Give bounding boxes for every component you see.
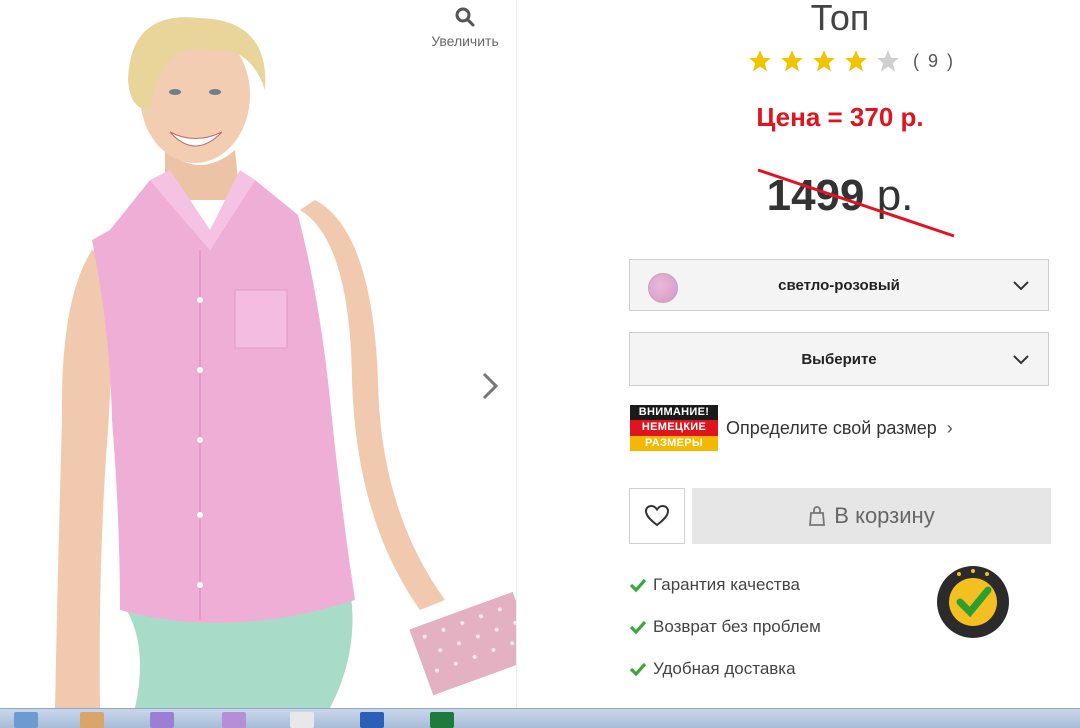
benefit-item: Возврат без проблем xyxy=(629,606,821,648)
badge-line-2: НЕМЕЦКИЕ xyxy=(630,420,718,436)
product-title: Топ xyxy=(810,0,870,38)
excel-icon[interactable] xyxy=(430,712,454,728)
benefit-label: Удобная доставка xyxy=(653,659,796,678)
check-icon xyxy=(629,620,647,635)
size-select[interactable]: Выберите xyxy=(629,332,1049,386)
word-icon[interactable] xyxy=(360,712,384,728)
size-select-value: Выберите xyxy=(801,351,877,368)
strike-through-line xyxy=(757,168,955,238)
chevron-down-icon xyxy=(1013,355,1029,365)
chevron-right-icon xyxy=(482,372,499,400)
search-icon xyxy=(455,7,475,27)
check-icon xyxy=(629,662,647,677)
heart-icon xyxy=(644,504,670,527)
benefits-list: Гарантия качества Возврат без проблем Уд… xyxy=(629,564,821,690)
taskbar-app-icon[interactable] xyxy=(222,712,246,728)
next-image-button[interactable] xyxy=(476,368,504,404)
check-icon xyxy=(629,578,647,593)
star-icon xyxy=(813,50,835,72)
os-taskbar xyxy=(0,708,1080,728)
benefit-label: Гарантия качества xyxy=(653,575,800,594)
german-sizes-badge: ВНИМАНИЕ! НЕМЕЦКИЕ РАЗМЕРЫ xyxy=(630,405,718,451)
size-guide-link[interactable]: ВНИМАНИЕ! НЕМЕЦКИЕ РАЗМЕРЫ Определите св… xyxy=(630,405,953,451)
add-to-cart-button[interactable]: В корзину xyxy=(692,488,1051,544)
star-icon xyxy=(845,50,867,72)
shopping-bag-icon xyxy=(809,506,826,526)
benefit-label: Возврат без проблем xyxy=(653,617,821,636)
chevron-down-icon xyxy=(1013,281,1029,291)
chevron-right-icon: › xyxy=(946,417,953,438)
zoom-button[interactable]: Увеличить xyxy=(420,6,510,49)
add-to-cart-label: В корзину xyxy=(834,503,935,528)
taskbar-app-icon[interactable] xyxy=(290,712,314,728)
rating-count[interactable]: ( 9 ) xyxy=(913,51,955,72)
star-icon xyxy=(781,50,803,72)
zoom-label: Увеличить xyxy=(431,33,499,49)
promo-price: Цена = 370 р. xyxy=(756,102,924,132)
wishlist-button[interactable] xyxy=(629,488,685,544)
quality-seal-icon xyxy=(937,566,1009,638)
benefit-item: Удобная доставка xyxy=(629,648,821,690)
product-photo[interactable] xyxy=(0,0,516,708)
star-icon xyxy=(749,50,771,72)
taskbar-app-icon[interactable] xyxy=(150,712,174,728)
star-empty-icon xyxy=(877,50,899,72)
taskbar-app-icon[interactable] xyxy=(14,712,38,728)
product-gallery: Увеличить xyxy=(0,0,517,708)
color-select-value: светло-розовый xyxy=(778,277,900,294)
badge-line-3: РАЗМЕРЫ xyxy=(630,435,718,451)
size-guide-label[interactable]: Определите свой размер xyxy=(726,418,937,439)
badge-line-1: ВНИМАНИЕ! xyxy=(630,405,718,421)
product-rating[interactable]: ( 9 ) xyxy=(747,48,955,74)
benefit-item: Гарантия качества xyxy=(629,564,821,606)
color-select[interactable]: светло-розовый xyxy=(629,259,1049,311)
taskbar-app-icon[interactable] xyxy=(80,712,104,728)
